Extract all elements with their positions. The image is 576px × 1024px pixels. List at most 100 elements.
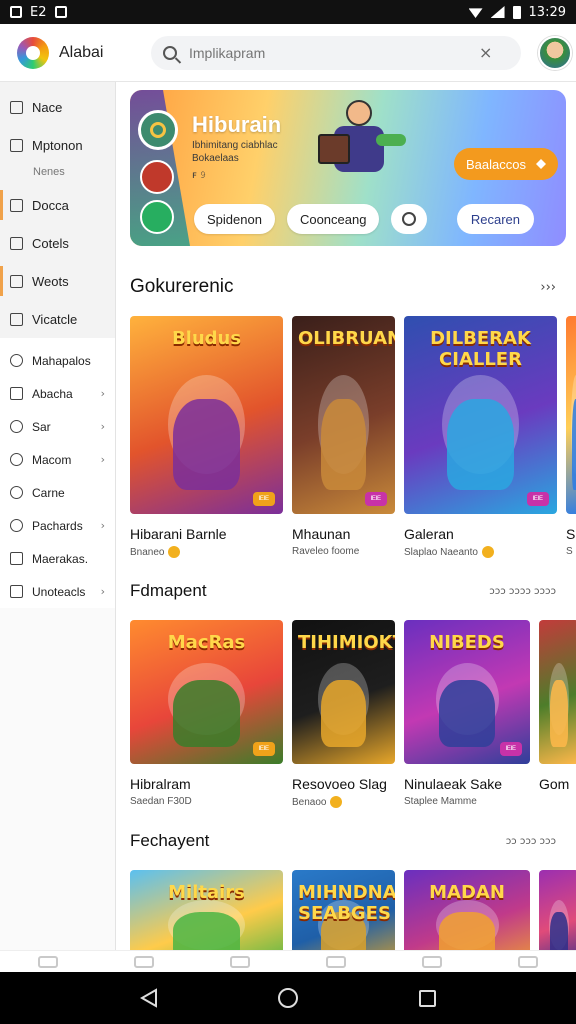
notification-icon [10, 6, 22, 18]
sidebar-item-abacha[interactable]: Abacha › [0, 377, 115, 410]
section-header: Gokurerenic ››› [130, 272, 576, 302]
sidebar-item-label: Maerakas. [32, 551, 89, 566]
bell-icon [10, 453, 23, 466]
hero-title: Hiburain [192, 112, 282, 137]
chip-spidenon[interactable]: Spidenon [194, 204, 275, 234]
game-cover-image: NIBEDS ᴵᴱᴵᴱ [404, 620, 530, 764]
game-card[interactable]: TIHIMIOKT Resovoeo Slag Benaoo [292, 620, 395, 808]
price-badge: ᴵᴱᴵᴱ [364, 492, 387, 506]
section-title: Gokurerenic [130, 276, 234, 297]
sidebar-item-cotels[interactable]: Cotels [0, 224, 115, 262]
hero-logo-icon [138, 110, 178, 150]
game-card-row: Miltairs MIHNDNA SEABGES MADAN [130, 870, 576, 950]
chevron-right-icon: › [100, 420, 105, 433]
game-meta: Saedan F30D [130, 796, 283, 807]
hero-banner[interactable]: Hiburain Ibhimitang ciabhlac Bokaelaas ꜰ… [130, 90, 566, 246]
tab-profile-icon[interactable] [518, 955, 538, 968]
sidebar-item-mptonon[interactable]: Mptonon [0, 126, 115, 164]
game-card[interactable] [539, 870, 576, 950]
sidebar-item-macom[interactable]: Macom › [0, 443, 115, 476]
video-icon [10, 312, 23, 326]
game-card[interactable]: SS [566, 316, 576, 558]
game-title: Mhaunan [292, 526, 351, 542]
tab-store-icon[interactable] [326, 955, 346, 968]
chip-recaren[interactable]: Recaren [456, 204, 534, 234]
sidebar-item-pachards[interactable]: Pachards › [0, 509, 115, 542]
sidebar-primary: Nace Mptonon Nenes Docca Cotels Weots Vi… [0, 82, 115, 338]
hero-cta-button[interactable]: Baalaccos [454, 148, 558, 180]
hero-character-icon [140, 160, 174, 194]
section-header: Fechayent ɔɔ ɔɔɔ ɔɔɔ [130, 826, 576, 856]
sidebar-item-label: Pachards [32, 518, 83, 533]
game-card[interactable]: MacRas ᴵᴱᴵᴱ Hibralram Saedan F30D [130, 620, 283, 808]
hero-line-1: Ibhimitang ciabhlac [192, 140, 278, 151]
wifi-icon [468, 8, 483, 18]
game-card[interactable]: OLIBRUAN ᴵᴱᴵᴱ Mhaunan Raveleo foome [292, 316, 395, 558]
sidebar-item-carne[interactable]: Carne [0, 476, 115, 509]
home-button-icon[interactable] [278, 988, 299, 1008]
section-header: Fdmapent ɔɔɔ ɔɔɔɔ ɔɔɔɔ [130, 576, 576, 606]
sidebar-item-unoteacls[interactable]: Unoteacls › [0, 575, 115, 608]
grid-icon [10, 138, 23, 152]
tab-games-icon[interactable] [134, 955, 154, 968]
coin-icon [168, 546, 181, 558]
avatar[interactable] [538, 35, 572, 70]
search-icon [163, 45, 177, 60]
game-cover-image [539, 870, 576, 950]
sidebar-item-sar[interactable]: Sar › [0, 410, 115, 443]
game-cover-image: OLIBRUAN ᴵᴱᴵᴱ [292, 316, 395, 514]
store-icon [10, 274, 23, 288]
chevron-right-icon: › [100, 453, 105, 466]
sidebar-item-vicatcle[interactable]: Vicatcle [0, 300, 115, 338]
document-icon [10, 198, 23, 212]
clear-icon[interactable]: × [479, 43, 492, 62]
hero-line-3: ꜰ 𝟿 [192, 170, 207, 181]
game-publisher: S [566, 546, 573, 557]
recents-icon[interactable] [418, 989, 436, 1007]
sidebar-item-weots[interactable]: Weots [0, 262, 115, 300]
see-more-link[interactable]: ɔɔɔ ɔɔɔɔ ɔɔɔɔ [489, 586, 556, 597]
chip-coonceang[interactable]: Coonceang [286, 204, 380, 234]
hero-cta-label: Baalaccos [466, 156, 526, 172]
game-card[interactable]: DILBERAK CIALLER ᴵᴱᴵᴱ Galeran Slaplao Naean… [404, 316, 557, 558]
status-time: 13:29 [528, 4, 566, 20]
chip-globe-button[interactable] [391, 204, 428, 234]
search-bar[interactable]: × [151, 35, 521, 70]
app-logo-icon[interactable] [17, 36, 49, 69]
status-left-text: E2 [30, 4, 47, 20]
sidebar-item-nace[interactable]: Nace [0, 88, 115, 126]
see-more-link[interactable]: ››› [540, 280, 556, 295]
tab-library-icon[interactable] [230, 955, 250, 968]
search-input[interactable] [189, 44, 479, 61]
game-meta: Raveleo foome [292, 546, 395, 557]
game-card[interactable]: MADAN [404, 870, 530, 950]
tab-friends-icon[interactable] [422, 955, 442, 968]
hero-character-illustration [316, 94, 406, 194]
battery-icon [512, 5, 521, 19]
see-more-link[interactable]: ɔɔ ɔɔɔ ɔɔɔ [506, 836, 556, 847]
price-badge: ᴵᴱᴵᴱ [252, 492, 275, 506]
globe-icon [402, 212, 417, 226]
game-card[interactable]: NIBEDS ᴵᴱᴵᴱ Ninulaeak Sake Staplee Mamme [404, 620, 530, 808]
sidebar-item-mahapalos[interactable]: Mahapalos [0, 344, 115, 377]
game-card[interactable]: Bludus ᴵᴱᴵᴱ Hibarani Barnle Bnaneo [130, 316, 283, 558]
tab-home-icon[interactable] [38, 955, 58, 968]
sidebar-item-maerakas[interactable]: Maerakas. [0, 542, 115, 575]
game-card[interactable]: MIHNDNA SEABGES [292, 870, 395, 950]
game-card[interactable]: Gom [539, 620, 576, 808]
game-title: S [566, 526, 576, 542]
system-nav-bar [0, 972, 576, 1024]
game-publisher: Bnaneo [130, 546, 165, 558]
price-badge: ᴵᴱᴵᴱ [252, 742, 275, 756]
game-cover-image: DILBERAK CIALLER ᴵᴱᴵᴱ [404, 316, 557, 514]
game-card[interactable]: Miltairs [130, 870, 283, 950]
home-icon [10, 100, 23, 114]
game-meta: Slaplao Naeanto [404, 546, 557, 558]
game-cover-image [566, 316, 576, 514]
back-icon[interactable] [140, 988, 158, 1008]
coin-icon [330, 796, 343, 808]
game-meta: S [566, 546, 576, 557]
sidebar-item-label: Mptonon [32, 137, 83, 153]
cover-title: OLIBRUAN [298, 328, 395, 349]
sidebar-item-docca[interactable]: Docca [0, 186, 115, 224]
